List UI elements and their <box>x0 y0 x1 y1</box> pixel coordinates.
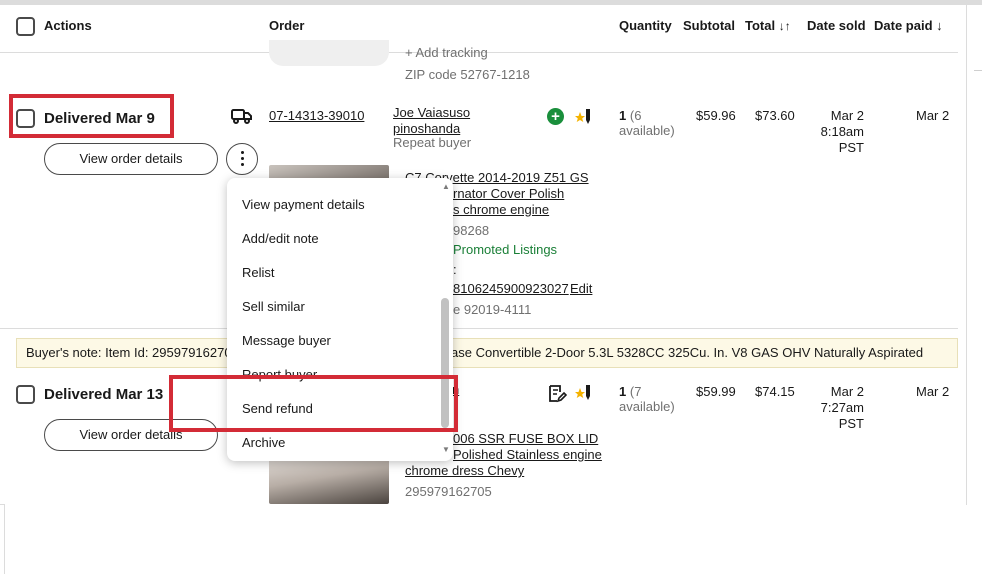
order1-view-details-button[interactable]: View order details <box>44 143 218 175</box>
order1-quantity: 1 (6 available) <box>619 108 681 138</box>
header-total[interactable]: Total ↓↑ <box>745 18 791 33</box>
highlight-box-send-refund <box>169 375 458 432</box>
order1-promoted-listings: Promoted Listings <box>453 242 558 257</box>
order1-date-sold-time: 8:18am <box>820 124 864 139</box>
more-vertical-icon <box>241 151 244 167</box>
select-all-checkbox[interactable] <box>16 17 35 36</box>
order1-tracking-number[interactable]: 8106245900923027 <box>453 281 569 296</box>
order2-qty: 1 <box>619 384 627 399</box>
menu-item-message-buyer[interactable]: Message buyer <box>242 333 331 348</box>
order2-checkbox[interactable] <box>16 385 35 404</box>
prev-row-image-placeholder <box>269 40 389 66</box>
scroll-down-arrow-icon[interactable]: ▼ <box>442 445 450 454</box>
header-actions: Actions <box>44 18 92 33</box>
order1-date-paid: Mar 2 <box>916 108 950 123</box>
order2-date-sold-day: Mar 2 <box>830 384 864 399</box>
order1-order-number[interactable]: 07-14313-39010 <box>269 108 364 123</box>
order1-date-sold: Mar 2 8:18am PST <box>808 108 864 156</box>
orders-table-header: Actions Order Quantity Subtotal Total ↓↑… <box>0 5 966 49</box>
order1-more-actions-button[interactable] <box>226 143 258 175</box>
order2-subtotal: $59.99 <box>696 384 736 399</box>
sort-updown-icon: ↓↑ <box>778 19 791 33</box>
truck-icon <box>230 106 254 126</box>
scroll-up-arrow-icon[interactable]: ▲ <box>442 182 450 191</box>
bottom-left-edge <box>4 504 5 574</box>
order2-quantity: 1 (7 available) <box>619 384 681 414</box>
header-subtotal[interactable]: Subtotal <box>683 18 735 33</box>
order1-buyer-type: Repeat buyer <box>393 135 472 150</box>
order1-qty: 1 <box>619 108 627 123</box>
order2-qty-available: (7 available) <box>619 384 675 414</box>
sort-down-icon: ↓ <box>936 18 943 33</box>
header-order: Order <box>269 18 305 33</box>
highlight-box-status <box>9 94 174 138</box>
prev-add-tracking[interactable]: + Add tracking <box>405 45 488 60</box>
order1-zip-code: e 92019-4111 <box>453 302 532 317</box>
order2-date-paid: Mar 2 <box>916 384 950 399</box>
menu-item-sell-similar[interactable]: Sell similar <box>242 299 305 314</box>
header-date-sold[interactable]: Date sold <box>807 18 866 33</box>
header-quantity[interactable]: Quantity <box>619 18 672 33</box>
order2-item-title-line3: chrome dress Chevy <box>405 463 525 478</box>
header-total-label: Total <box>745 18 776 33</box>
order1-buyer-id[interactable]: pinoshanda <box>393 121 460 136</box>
order1-buyer-name[interactable]: Joe Vaiasuso <box>393 105 470 120</box>
star-pencil-icon[interactable] <box>574 108 594 126</box>
order2-date-sold-tz: PST <box>838 416 864 431</box>
order1-edit-tracking-link[interactable]: Edit <box>570 281 592 296</box>
prev-zip-code: ZIP code 52767-1218 <box>405 67 530 82</box>
buyers-note-text: Buyer's note: Item Id: 295979162708 <box>26 345 239 360</box>
menu-item-view-payment-details[interactable]: View payment details <box>242 197 365 212</box>
header-date-paid-label: Date paid <box>874 18 933 33</box>
note-edit-icon[interactable] <box>547 384 568 404</box>
buyers-note-bar: Buyer's note: Item Id: 295979162708 ase … <box>16 338 958 368</box>
order2-item-id: 295979162705 <box>405 484 492 499</box>
order1-item-id: 98268 <box>453 223 490 238</box>
order1-subtotal: $59.96 <box>696 108 736 123</box>
star-pencil-icon[interactable] <box>574 384 594 402</box>
add-plus-icon[interactable]: + <box>547 108 564 125</box>
row-divider <box>0 328 958 329</box>
menu-item-add-edit-note[interactable]: Add/edit note <box>242 231 319 246</box>
menu-item-relist[interactable]: Relist <box>242 265 275 280</box>
order2-status: Delivered Mar 13 <box>44 386 164 403</box>
order2-total: $74.15 <box>755 384 795 399</box>
order2-date-sold-time: 7:27am <box>820 400 864 415</box>
menu-item-archive[interactable]: Archive <box>242 435 285 450</box>
order2-date-sold: Mar 2 7:27am PST <box>808 384 864 432</box>
page-scrollbar[interactable] <box>974 70 982 80</box>
order1-tracking-label: : <box>453 262 457 277</box>
order1-qty-available: (6 available) <box>619 108 675 138</box>
order1-total: $73.60 <box>755 108 795 123</box>
order1-date-sold-tz: PST <box>838 140 864 155</box>
buyers-note-text-right: ase Convertible 2-Door 5.3L 5328CC 325Cu… <box>451 345 924 360</box>
order1-date-sold-day: Mar 2 <box>830 108 864 123</box>
header-date-paid[interactable]: Date paid ↓ <box>874 18 943 33</box>
page-right-edge <box>966 5 967 505</box>
